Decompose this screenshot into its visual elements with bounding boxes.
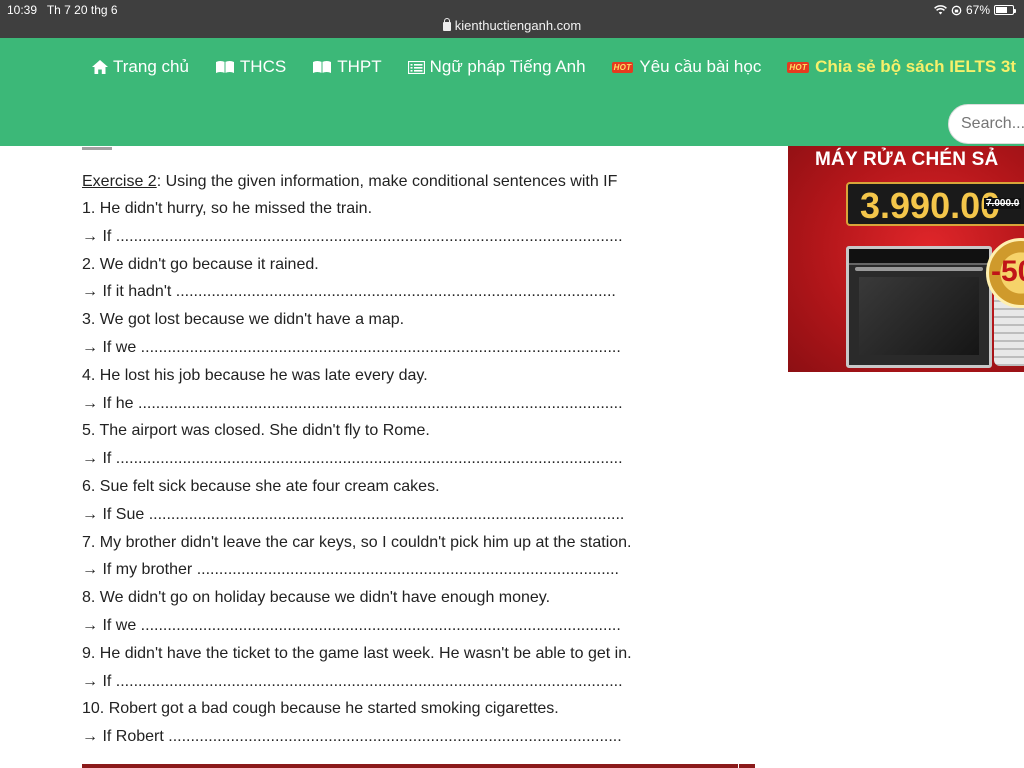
answer-line-8: → If we ................................…: [82, 616, 621, 634]
dishwasher-image: [846, 246, 992, 368]
wifi-icon: [934, 5, 947, 15]
nav-item-label: Ngữ pháp Tiếng Anh: [429, 57, 586, 76]
question-2: 2. We didn't go because it rained.: [82, 255, 319, 273]
ad-old-price: 7.000.0: [984, 198, 1022, 209]
answer-line-7: → If my brother ........................…: [82, 561, 619, 579]
status-time: 10:39 Th 7 20 thg 6: [7, 3, 118, 17]
date-text: Th 7 20 thg 6: [46, 3, 118, 17]
search-input[interactable]: [948, 104, 1024, 144]
exercise-heading: Exercise 2: Using the given information,…: [82, 172, 617, 192]
battery-icon: [994, 5, 1016, 15]
question-9: 9. He didn't have the ticket to the game…: [82, 644, 632, 662]
home-icon: [92, 60, 108, 74]
orientation-lock-icon: [951, 5, 962, 15]
answer-line-9: → If ...................................…: [82, 672, 623, 690]
section-divider: [82, 764, 755, 768]
book-icon: [215, 60, 235, 74]
address-bar[interactable]: kienthuctienganh.com: [0, 18, 1024, 33]
nav-item-label: Trang chủ: [113, 57, 189, 76]
battery-percent: 67%: [965, 3, 990, 17]
nav-item-home[interactable]: Trang chủ: [92, 57, 189, 77]
ad-price-box: 3.990.00 7.000.0: [846, 182, 1024, 226]
ad-title: MÁY RỬA CHÉN SẢ: [815, 149, 999, 170]
nav-item-label: THPT: [337, 57, 382, 76]
nav-menu: Trang chủ THCS THPT Ngữ pháp Tiếng Anh H…: [92, 57, 1024, 77]
dishwasher-ad-banner[interactable]: MÁY RỬA CHÉN SẢ 3.990.00 7.000.0 -50: [788, 146, 1024, 372]
ad-price: 3.990.00: [860, 185, 1001, 226]
previous-text-fragment: [82, 146, 162, 152]
answer-line-4: → If he ................................…: [82, 394, 623, 412]
nav-item-label: Yêu cầu bài học: [639, 57, 762, 76]
nav-item-grammar[interactable]: Ngữ pháp Tiếng Anh: [407, 57, 586, 77]
answer-line-6: → If Sue ...............................…: [82, 505, 625, 523]
nav-item-label: THCS: [239, 57, 287, 76]
nav-item-thpt[interactable]: THPT: [312, 57, 382, 77]
clock-text: 10:39: [7, 3, 38, 17]
discount-text: -50: [991, 255, 1024, 288]
answer-line-3: → If we ................................…: [82, 338, 621, 356]
question-10: 10. Robert got a bad cough because he st…: [82, 700, 559, 718]
list-icon: [407, 60, 425, 74]
question-7: 7. My brother didn't leave the car keys,…: [82, 533, 632, 551]
lock-icon: [442, 18, 451, 31]
answer-line-1: → If ...................................…: [82, 227, 623, 245]
question-6: 6. Sue felt sick because she ate four cr…: [82, 477, 440, 495]
book-icon: [312, 60, 332, 74]
answer-line-10: → If Robert ............................…: [82, 728, 622, 746]
question-1: 1. He didn't hurry, so he missed the tra…: [82, 200, 373, 217]
nav-item-thcs[interactable]: THCS: [215, 57, 286, 77]
question-8: 8. We didn't go on holiday because we di…: [82, 589, 551, 607]
exercise-list: 1. He didn't hurry, so he missed the tra…: [82, 199, 702, 755]
exercise-label: Exercise 2: [82, 173, 157, 190]
question-3: 3. We got lost because we didn't have a …: [82, 311, 405, 329]
url-text[interactable]: kienthuctienganh.com: [455, 18, 581, 33]
exercise-instruction: : Using the given information, make cond…: [156, 173, 618, 190]
nav-item-label: Chia sẻ bộ sách IELTS 3t: [815, 57, 1017, 76]
main-nav: Trang chủ THCS THPT Ngữ pháp Tiếng Anh H…: [0, 38, 1024, 146]
status-bar: 10:39 Th 7 20 thg 6 67% kienthuctienganh…: [0, 0, 1024, 38]
question-5: 5. The airport was closed. She didn't fl…: [82, 422, 430, 440]
answer-line-5: → If ...................................…: [82, 450, 623, 468]
hot-badge-icon: HOT: [611, 61, 634, 73]
hot-badge-icon: HOT: [787, 61, 810, 73]
status-right: 67%: [934, 3, 1016, 17]
nav-item-request-lesson[interactable]: HOT Yêu cầu bài học: [611, 57, 762, 77]
question-4: 4. He lost his job because he was late e…: [82, 366, 428, 384]
answer-line-2: → If it hadn't .........................…: [82, 283, 616, 301]
nav-item-ielts-books[interactable]: HOT Chia sẻ bộ sách IELTS 3t: [787, 57, 1016, 77]
